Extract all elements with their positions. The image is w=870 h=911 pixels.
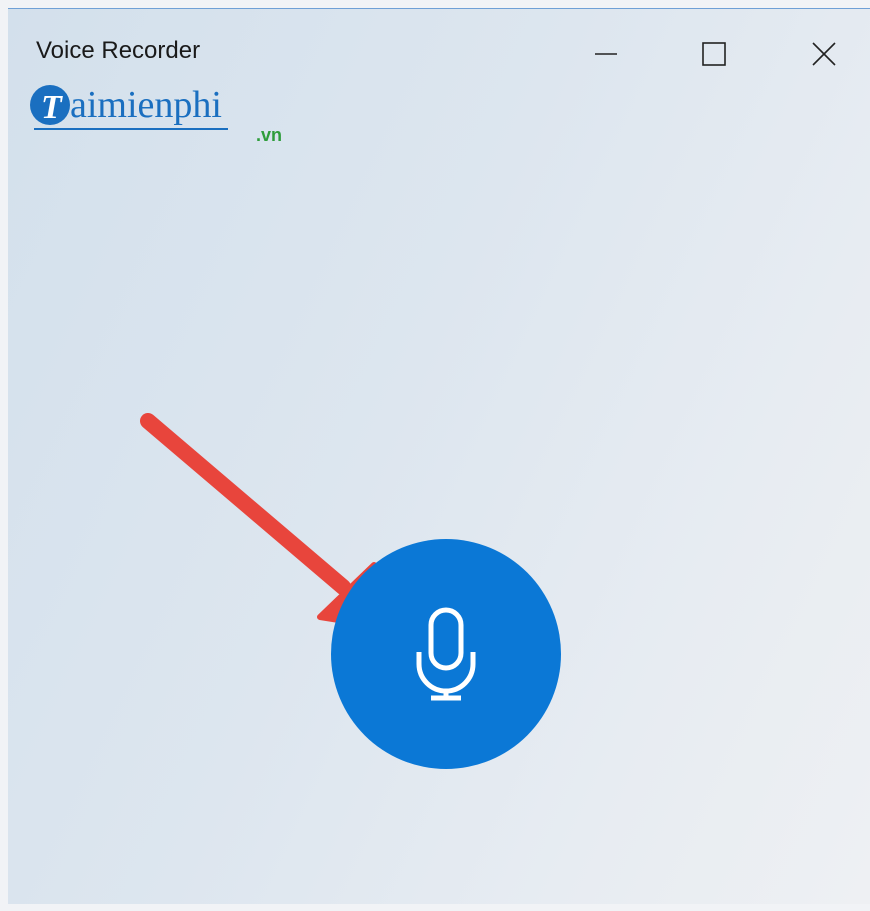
minimize-icon (595, 53, 617, 55)
voice-recorder-window: Voice Recorder T aimienphi .vn (8, 8, 870, 904)
taimienphi-watermark-logo: T aimienphi .vn (30, 84, 282, 145)
window-title: Voice Recorder (36, 37, 201, 64)
minimize-button[interactable] (576, 29, 636, 79)
close-icon (812, 42, 836, 66)
logo-letter: T (41, 89, 63, 126)
maximize-icon (702, 42, 726, 66)
microphone-icon (416, 607, 476, 701)
record-button[interactable] (331, 539, 561, 769)
logo-domain: .vn (256, 125, 282, 145)
title-bar: Voice Recorder (8, 9, 870, 85)
close-button[interactable] (794, 29, 854, 79)
maximize-button[interactable] (684, 29, 744, 79)
logo-text: aimienphi (70, 84, 222, 126)
